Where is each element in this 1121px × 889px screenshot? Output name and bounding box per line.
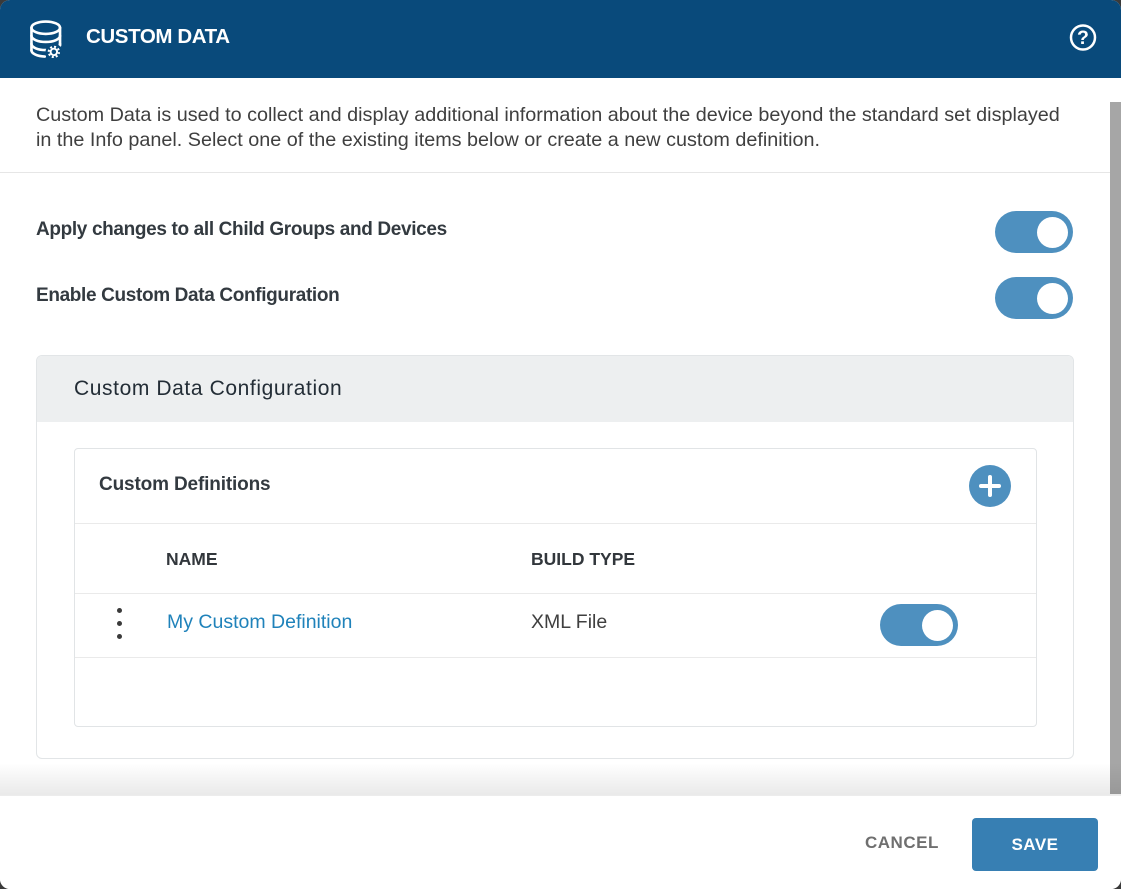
svg-text:?: ? [1077,27,1089,49]
